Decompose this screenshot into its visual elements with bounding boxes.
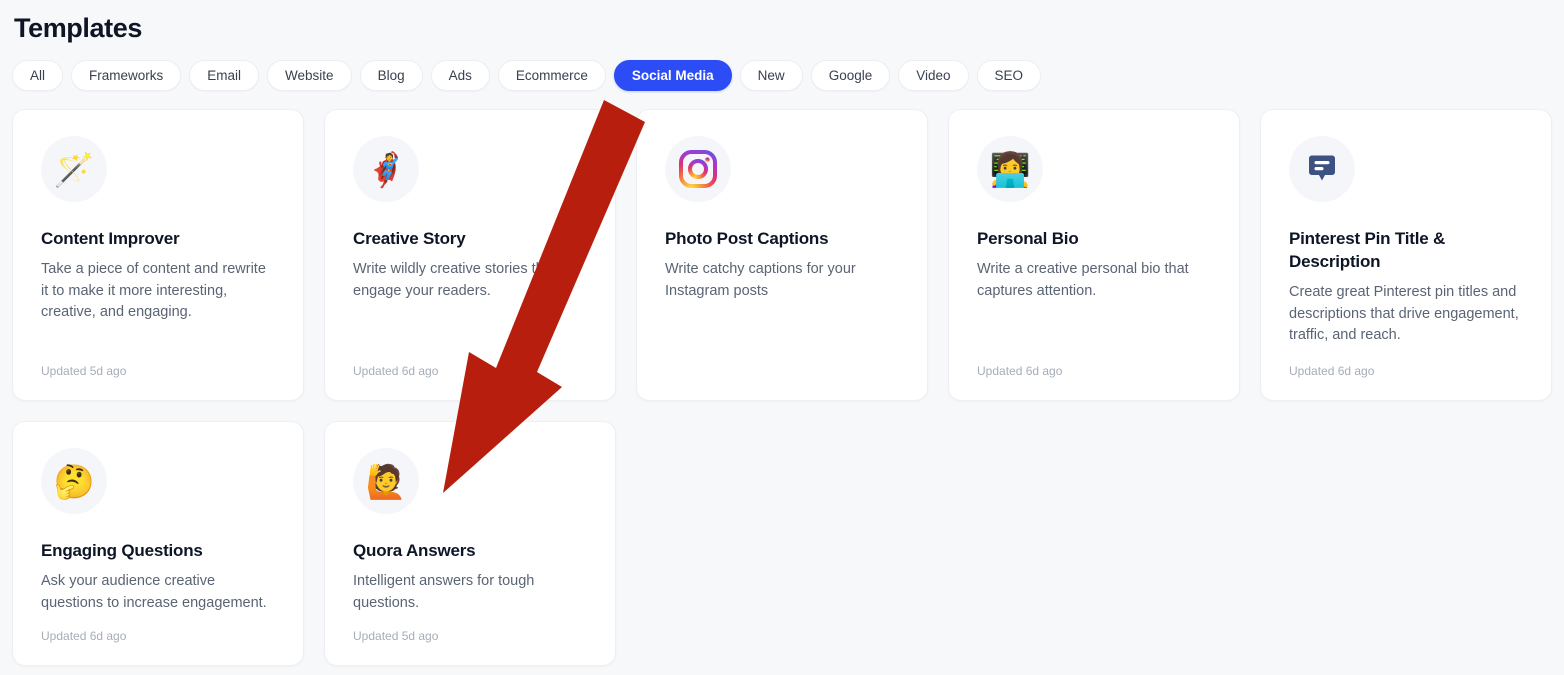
template-card-content-improver[interactable]: 🪄 Content Improver Take a piece of conte… [12,109,304,402]
card-updated-label: Updated 6d ago [41,629,127,644]
card-description: Write catchy captions for your Instagram… [665,261,856,299]
card-updated-label: Updated 6d ago [977,364,1063,379]
card-icon-container [1289,136,1355,203]
card-icon-container [665,136,731,203]
card-title: Content Improver [41,229,180,249]
template-card-grid: 🪄 Content Improver Take a piece of conte… [12,109,1552,667]
page-title: Templates [14,13,142,43]
magic-wand-icon: 🪄 [53,150,95,188]
card-description: Intelligent answers for tough questions. [353,573,535,611]
template-card-creative-story[interactable]: 🦸 Creative Story Write wildly creative s… [324,109,616,402]
filter-pill-email[interactable]: Email [189,60,260,92]
filter-pill-ads[interactable]: Ads [430,60,490,92]
filter-pill-social-media[interactable]: Social Media [613,60,732,92]
card-updated-label: Updated 5d ago [353,629,439,644]
card-icon-container: 🪄 [41,136,107,203]
card-updated-label: Updated 6d ago [1289,364,1375,379]
card-title: Pinterest Pin Title & Description [1289,229,1446,272]
filter-pill-seo[interactable]: SEO [976,60,1042,92]
template-card-personal-bio[interactable]: 👩‍💻 Personal Bio Write a creative person… [948,109,1240,402]
card-title: Engaging Questions [41,541,203,561]
woman-technologist-icon: 👩‍💻 [989,150,1031,188]
filter-pill-frameworks[interactable]: Frameworks [71,60,182,92]
card-description: Ask your audience creative questions to … [41,573,267,611]
card-description: Take a piece of content and rewrite it t… [41,261,266,321]
card-updated-label: Updated 6d ago [353,364,439,379]
card-title: Photo Post Captions [665,229,829,249]
card-icon-container: 👩‍💻 [977,136,1043,203]
filter-pill-website[interactable]: Website [267,60,352,92]
filter-pill-google[interactable]: Google [810,60,891,92]
card-description: Create great Pinterest pin titles and de… [1289,284,1519,344]
template-card-photo-post-captions[interactable]: Photo Post Captions Write catchy caption… [636,109,928,402]
card-icon-container: 🙋 [353,448,419,515]
template-card-pinterest-pin[interactable]: Pinterest Pin Title & Description Create… [1260,109,1552,402]
card-icon-container: 🦸 [353,136,419,203]
card-description: Write a creative personal bio that captu… [977,261,1189,299]
thinking-face-icon: 🤔 [53,462,95,500]
card-icon-container: 🤔 [41,448,107,515]
card-title: Personal Bio [977,229,1079,249]
filter-pill-all[interactable]: All [12,60,64,92]
card-description: Write wildly creative stories that engag… [353,261,556,299]
card-updated-label: Updated 5d ago [41,364,127,379]
superhero-icon: 🦸 [365,150,407,188]
templates-page: Templates All Frameworks Email Website B… [0,0,1564,667]
card-title: Quora Answers [353,541,476,561]
template-card-engaging-questions[interactable]: 🤔 Engaging Questions Ask your audience c… [12,421,304,667]
speech-bubble-icon [1309,155,1335,181]
filter-pill-blog[interactable]: Blog [359,60,423,92]
filter-pill-new[interactable]: New [739,60,803,92]
filter-pill-ecommerce[interactable]: Ecommerce [497,60,606,92]
card-title: Creative Story [353,229,466,249]
instagram-icon [679,150,717,189]
filter-pill-bar: All Frameworks Email Website Blog Ads Ec… [12,60,1552,92]
template-card-quora-answers[interactable]: 🙋 Quora Answers Intelligent answers for … [324,421,616,667]
person-raising-hand-icon: 🙋 [365,462,407,500]
filter-pill-video[interactable]: Video [898,60,969,92]
